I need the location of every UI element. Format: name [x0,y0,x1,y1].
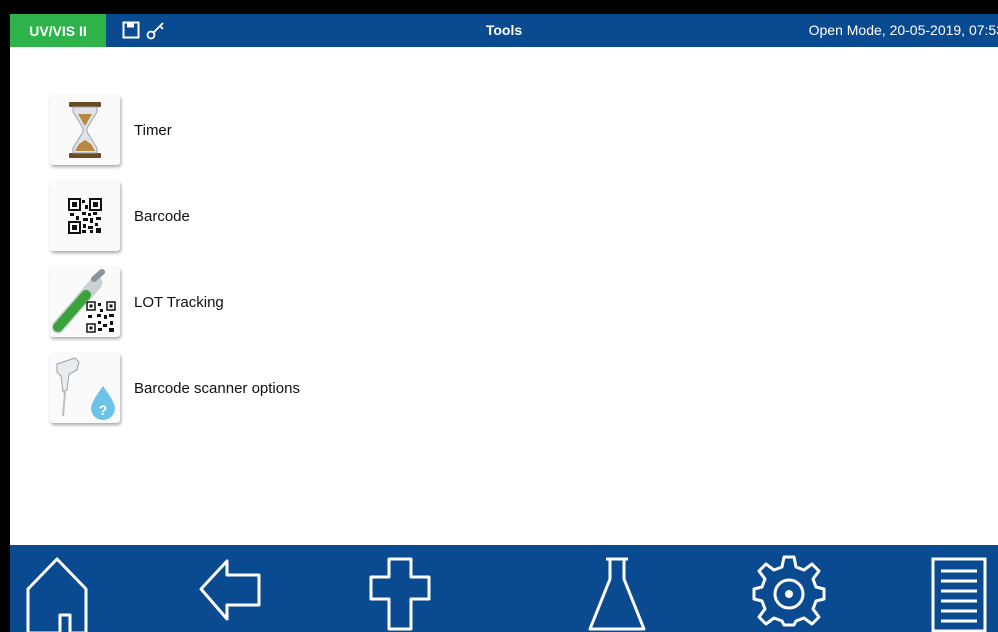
menu-item-barcode-scanner-options[interactable]: ? Barcode scanner options [50,345,300,431]
tools-menu: Timer Barcode LOT Tracking ? Barcode sca… [50,87,300,431]
flask-icon[interactable] [580,553,654,632]
menu-item-barcode[interactable]: Barcode [50,173,300,259]
status-text: Open Mode, 20-05-2019, 07:53 [808,22,998,38]
menu-item-label: Timer [134,121,172,139]
plus-icon[interactable] [363,553,437,632]
home-icon[interactable] [20,553,94,632]
menu-item-lot-tracking[interactable]: LOT Tracking [50,259,300,345]
menu-item-label: Barcode [134,207,190,225]
menu-item-label: LOT Tracking [134,293,224,311]
barcode-scanner-help-icon[interactable]: ? [50,353,120,423]
hourglass-icon[interactable] [50,95,120,165]
qr-code-icon[interactable] [50,181,120,251]
back-arrow-icon[interactable] [193,553,267,632]
bottom-nav-bar [10,545,998,632]
top-bar: UV/VIS II Tools Open Mode, 20-05-2019, 0… [10,14,998,47]
test-tube-qr-icon[interactable] [50,267,120,337]
gear-icon[interactable] [752,553,826,632]
list-icon[interactable] [922,553,996,632]
menu-item-timer[interactable]: Timer [50,87,300,173]
svg-text:?: ? [99,402,108,418]
app-frame: UV/VIS II Tools Open Mode, 20-05-2019, 0… [10,14,998,632]
menu-item-label: Barcode scanner options [134,379,300,397]
